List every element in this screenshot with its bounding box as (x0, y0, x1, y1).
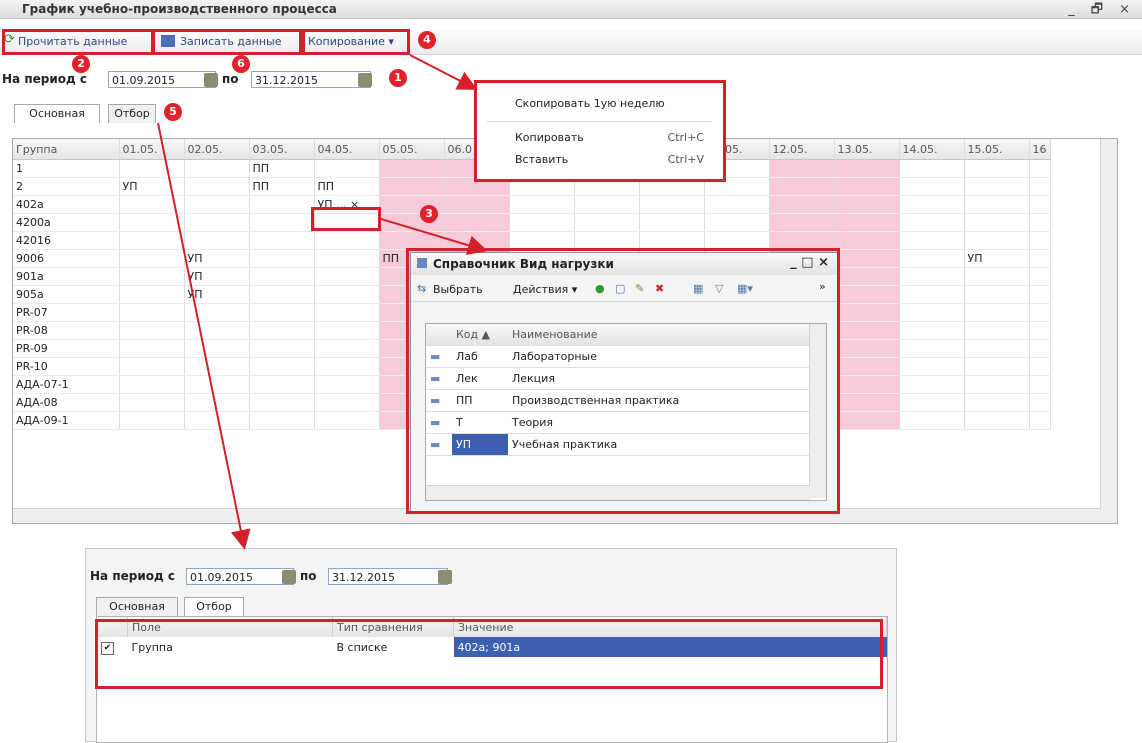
annotation-arrows (157, 54, 488, 550)
arrow-to-filter-panel (157, 122, 251, 550)
arrow-to-copy-menu (409, 54, 478, 90)
arrow-to-dialog (380, 218, 488, 255)
